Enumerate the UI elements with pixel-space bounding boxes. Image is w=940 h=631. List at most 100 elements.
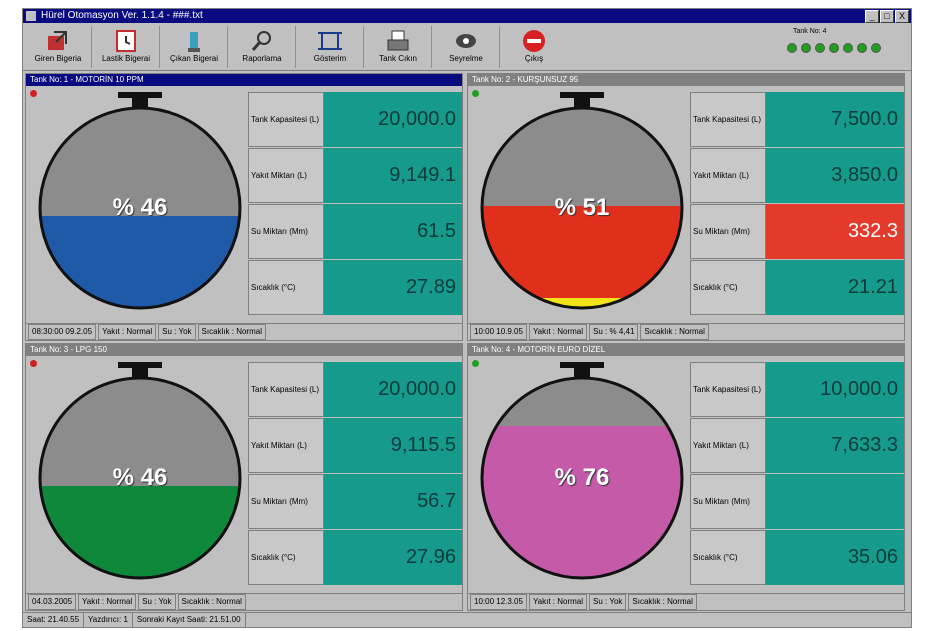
temp-label: Sıcaklık (°C) <box>690 530 766 585</box>
status-water: Su : Yok <box>589 594 627 610</box>
eye-icon <box>456 34 476 48</box>
magnifier-icon <box>251 31 271 51</box>
temp-label: Sıcaklık (°C) <box>248 260 324 315</box>
exit-button[interactable]: Çıkış <box>501 26 567 68</box>
status-dot <box>829 43 839 53</box>
status-temp: Sıcaklık : Normal <box>640 324 709 340</box>
value-column: 20,000.0 9,149.1 61.5 27.89 <box>324 92 462 316</box>
tank-panel-2[interactable]: Tank No: 2 - KURŞUNSUZ 95 % 51 Tank Kapa… <box>467 73 905 341</box>
panel-header: Tank No: 2 - KURŞUNSUZ 95 <box>468 74 904 86</box>
status-time: 04.03.2005 <box>28 594 77 610</box>
temp-label: Sıcaklık (°C) <box>690 260 766 315</box>
capacity-label: Tank Kapasitesi (L) <box>690 92 766 147</box>
capacity-label: Tank Kapasitesi (L) <box>690 362 766 417</box>
temp-value: 27.89 <box>324 260 462 315</box>
panel-status: 10:00 12.3.05 Yakıt : Normal Su : Yok Sıcak… <box>468 593 904 610</box>
status-temp: Sıcaklık : Normal <box>197 324 266 340</box>
printer-icon <box>387 30 409 51</box>
capacity-label: Tank Kapasitesi (L) <box>248 362 324 417</box>
water-value: 61.5 <box>324 204 462 259</box>
status-dot <box>787 43 797 53</box>
printer-status: Yazdırıcı: 1 <box>84 613 133 627</box>
tank-cap <box>560 92 604 98</box>
status-dot <box>815 43 825 53</box>
fill-percent: % 46 <box>112 464 168 491</box>
toolbar-label: Gösterim <box>313 54 347 63</box>
tank-gauge: % 46 <box>32 362 248 580</box>
capacity-value: 10,000.0 <box>766 362 904 417</box>
volume-label: Yakıt Miktarı (L) <box>690 148 766 203</box>
value-column: 10,000.0 7,633.3 35.06 <box>766 362 904 586</box>
fill-percent: % 51 <box>554 194 610 221</box>
water-value: 56.7 <box>324 474 462 529</box>
label-column: Tank Kapasitesi (L) Yakıt Miktarı (L) Su… <box>248 92 324 316</box>
toolbar-label: Çıkış <box>524 54 544 63</box>
tank-info-button[interactable]: Lastik Bigerai <box>93 26 160 68</box>
temp-value: 21.21 <box>766 260 904 315</box>
volume-label: Yakıt Miktarı (L) <box>248 418 324 473</box>
window-frame-icon <box>318 32 342 50</box>
toolbar-label: Tank Cıkın <box>379 54 417 63</box>
status-dot <box>801 43 811 53</box>
next-record-status: Sonraki Kayıt Saati: 21.51.00 <box>133 613 246 627</box>
minimize-button[interactable]: _ <box>865 10 879 23</box>
maximize-button[interactable]: □ <box>880 10 894 23</box>
status-fuel: Yakıt : Normal <box>528 594 588 610</box>
status-time: 10:00 12.3.05 <box>470 594 527 610</box>
water-label: Su Miktarı (Mm) <box>690 204 766 259</box>
tank-gauge: % 46 <box>32 92 248 310</box>
outgoing-fuel-button[interactable]: Çıkan Bigerai <box>161 26 228 68</box>
dilution-button[interactable]: Seyrelme <box>433 26 500 68</box>
view-button[interactable]: Gösterim <box>297 26 364 68</box>
water-value: 332.3 <box>766 204 904 259</box>
volume-value: 9,115.5 <box>324 418 462 473</box>
tank-legend: Tank No: 4 <box>787 28 897 64</box>
fuel-level <box>40 486 240 578</box>
tank-panel-1[interactable]: Tank No: 1 - MOTORİN 10 PPM % 46 Tank Ka… <box>25 73 463 341</box>
status-fuel: Yakıt : Normal <box>528 324 588 340</box>
clock-icon <box>116 30 136 52</box>
legend-title: Tank No: 4 <box>793 28 827 35</box>
label-column: Tank Kapasitesi (L) Yakıt Miktarı (L) Su… <box>690 92 766 316</box>
volume-value: 3,850.0 <box>766 148 904 203</box>
incoming-fuel-button[interactable]: Giren Bigeria <box>25 26 92 68</box>
fuel-level <box>40 216 240 308</box>
tank-panel-4[interactable]: Tank No: 4 - MOTORİN EURO DİZEL % 76 Tan… <box>467 343 905 611</box>
toolbar-label: Giren Bigeria <box>34 54 82 63</box>
fill-percent: % 76 <box>554 464 610 491</box>
water-label: Su Miktarı (Mm) <box>690 474 766 529</box>
tank-panel-3[interactable]: Tank No: 3 - LPG 150 % 46 Tank Kapasites… <box>25 343 463 611</box>
volume-label: Yakıt Miktarı (L) <box>248 148 324 203</box>
close-button[interactable]: X <box>895 10 909 23</box>
tank-cap <box>118 92 162 98</box>
toolbar-label: Çıkan Bigerai <box>169 54 219 63</box>
print-button[interactable]: Tank Cıkın <box>365 26 432 68</box>
status-water: Su : % 4,41 <box>589 324 639 340</box>
status-dot <box>843 43 853 53</box>
app-icon <box>26 11 36 21</box>
value-column: 20,000.0 9,115.5 56.7 27.96 <box>324 362 462 586</box>
capacity-value: 7,500.0 <box>766 92 904 147</box>
volume-value: 9,149.1 <box>324 148 462 203</box>
status-time: 08:30:00 09.2.05 <box>28 324 97 340</box>
toolbar-label: Raporlama <box>242 54 282 63</box>
status-fuel: Yakıt : Normal <box>78 594 137 610</box>
volume-value: 7,633.3 <box>766 418 904 473</box>
temp-value: 27.96 <box>324 530 462 585</box>
capacity-value: 20,000.0 <box>324 92 462 147</box>
tank-gauge: % 76 <box>474 362 690 580</box>
fill-percent: % 46 <box>112 194 168 221</box>
status-water: Su : Yok <box>138 594 176 610</box>
status-temp: Sıcaklık : Normal <box>628 594 697 610</box>
reports-button[interactable]: Raporlama <box>229 26 296 68</box>
status-temp: Sıcaklık : Normal <box>177 594 246 610</box>
volume-label: Yakıt Miktarı (L) <box>690 418 766 473</box>
tank-gauge: % 51 <box>474 92 690 310</box>
temp-value: 35.06 <box>766 530 904 585</box>
app-window: Hürel Otomasyon Ver. 1.1.4 - ###.txt _ □ X… <box>22 8 912 628</box>
stop-sign-icon <box>523 30 545 52</box>
panel-status: 04.03.2005 Yakıt : Normal Su : Yok Sıcaklık… <box>26 593 462 610</box>
legend-dots <box>787 40 885 58</box>
temp-label: Sıcaklık (°C) <box>248 530 324 585</box>
title-bar: Hürel Otomasyon Ver. 1.1.4 - ###.txt _ □ X <box>23 9 911 23</box>
